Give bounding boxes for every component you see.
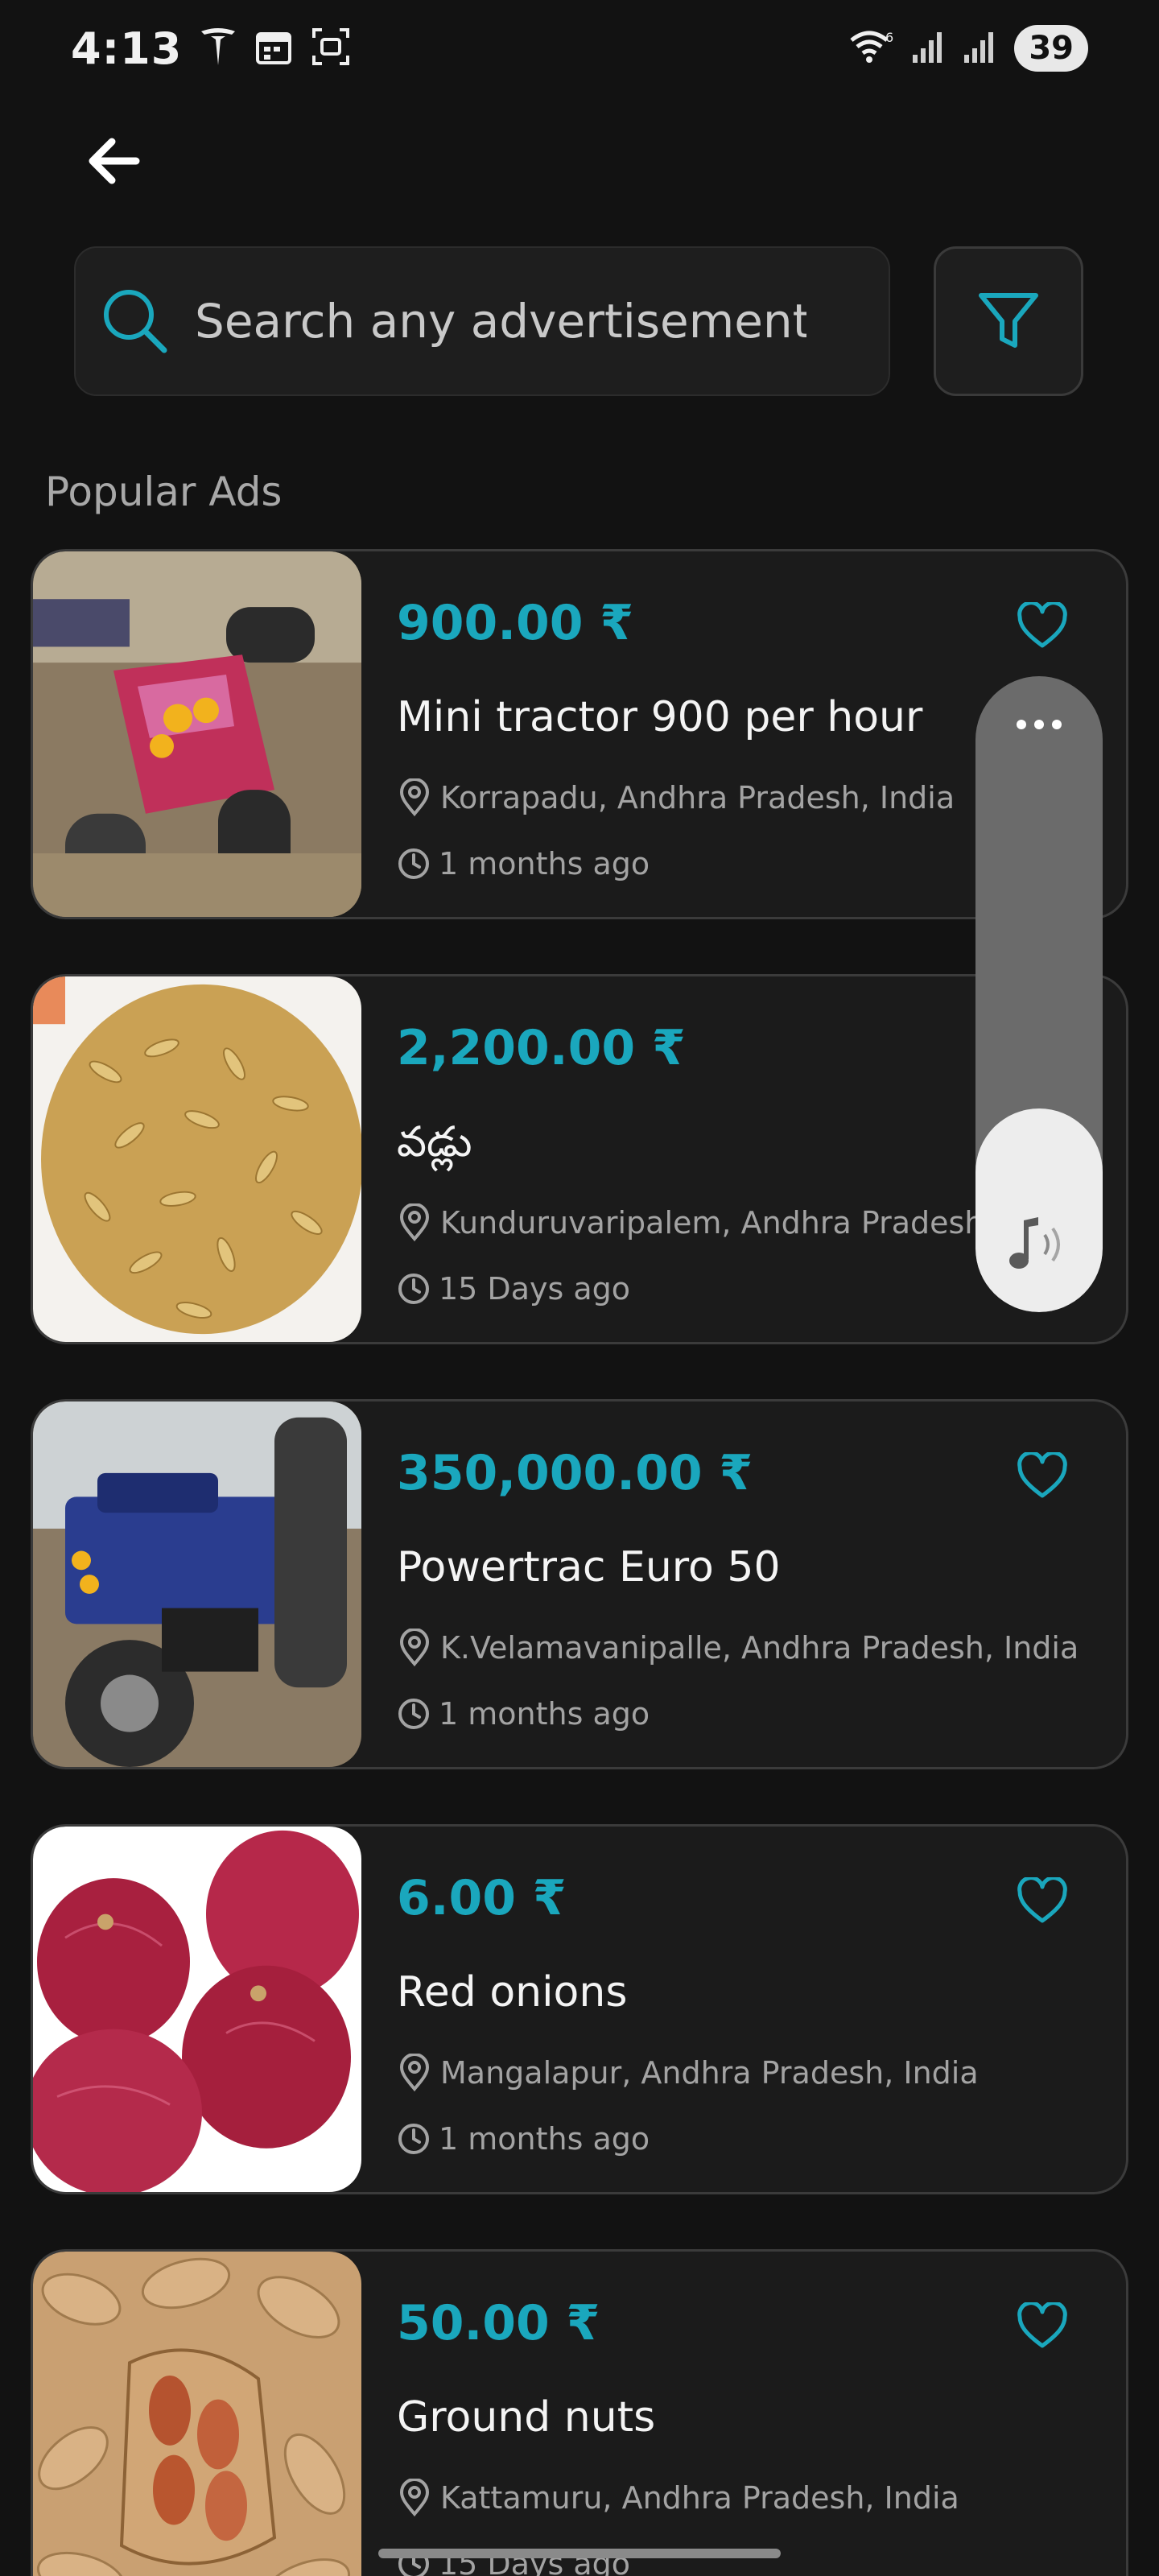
search-input[interactable]: [193, 293, 808, 349]
ad-location-text: Kattamuru, Andhra Pradesh, India: [440, 2480, 959, 2516]
section-title: Popular Ads: [45, 469, 283, 515]
ad-image-powertrac: [33, 1402, 361, 1767]
ad-location: Kattamuru, Andhra Pradesh, India: [397, 2479, 959, 2517]
ad-image-paddy: [33, 976, 361, 1342]
filter-button[interactable]: [934, 246, 1083, 396]
ad-time-text: 1 months ago: [439, 846, 650, 881]
filter-icon: [979, 293, 1038, 348]
screenshot-icon: [311, 27, 351, 70]
ad-time: 1 months ago: [397, 1696, 650, 1732]
ad-title: Mini tractor 900 per hour: [397, 693, 923, 741]
clock-icon: [398, 1274, 429, 1304]
music-note-icon: [1009, 1217, 1060, 1269]
signal-icon-2: [963, 29, 998, 68]
ad-location-text: Korrapadu, Andhra Pradesh, India: [440, 780, 955, 815]
page: 4:13 6 39 Search any advertisement... Po…: [0, 0, 1159, 2576]
wifi-icon: 6: [848, 27, 895, 69]
ad-price: 6.00 ₹: [397, 1870, 567, 1926]
ad-price: 900.00 ₹: [397, 595, 634, 651]
location-pin-icon: [399, 1203, 430, 1242]
favorite-button[interactable]: [1013, 597, 1071, 654]
ad-price: 350,000.00 ₹: [397, 1445, 753, 1501]
status-right: 6 39: [848, 25, 1088, 72]
status-left: 4:13: [71, 23, 351, 74]
back-button[interactable]: [80, 129, 145, 193]
arrow-left-icon: [89, 138, 140, 184]
location-pin-icon: [399, 1629, 430, 1667]
heart-icon: [1017, 602, 1067, 648]
ad-location: Mangalapur, Andhra Pradesh, India: [397, 2054, 979, 2092]
ad-price: 2,200.00 ₹: [397, 1020, 686, 1076]
clock-icon: [398, 1699, 429, 1729]
wifi-label: 6: [885, 30, 893, 45]
ad-time: 15 Days ago: [397, 1271, 630, 1307]
ad-image-groundnuts: [33, 2252, 361, 2576]
ad-time-text: 15 Days ago: [439, 1271, 631, 1307]
search-icon: [104, 290, 167, 353]
volume-slider[interactable]: [975, 676, 1103, 1312]
calendar-icon: [254, 27, 293, 69]
volume-level-fill: [975, 1108, 1103, 1312]
location-pin-icon: [399, 2054, 430, 2092]
ad-location-text: K.Velamavanipalle, Andhra Pradesh, India: [440, 1630, 1079, 1666]
location-pin-icon: [399, 778, 430, 817]
ad-title: వడ్లు: [397, 1118, 472, 1166]
ad-location-text: Mangalapur, Andhra Pradesh, India: [440, 2055, 979, 2091]
more-horizontal-icon: [1017, 720, 1062, 729]
favorite-button[interactable]: [1013, 2297, 1071, 2355]
search-box[interactable]: [74, 246, 890, 396]
ad-time: 1 months ago: [397, 2121, 650, 2157]
ad-card[interactable]: 2,200.00 ₹ వడ్లు Kunduruvaripalem, Andhr…: [31, 974, 1128, 1344]
clock-icon: [398, 2124, 429, 2154]
ad-location: K.Velamavanipalle, Andhra Pradesh, India: [397, 1629, 1079, 1667]
status-time: 4:13: [71, 23, 183, 74]
heart-icon: [1017, 2302, 1067, 2348]
heart-icon: [1017, 1877, 1067, 1923]
ad-card[interactable]: 900.00 ₹ Mini tractor 900 per hour Korra…: [31, 549, 1128, 919]
ad-time-text: 1 months ago: [439, 2121, 650, 2157]
more-options-button[interactable]: [975, 718, 1103, 731]
heart-icon: [1017, 1452, 1067, 1498]
ad-image-onions: [33, 1827, 361, 2192]
ad-card[interactable]: 6.00 ₹ Red onions Mangalapur, Andhra Pra…: [31, 1824, 1128, 2194]
ad-time-text: 1 months ago: [439, 1696, 650, 1732]
status-bar: 4:13 6 39: [0, 0, 1159, 97]
ad-time: 1 months ago: [397, 846, 650, 881]
ad-image-tractor: [33, 551, 361, 917]
ad-title: Powertrac Euro 50: [397, 1543, 781, 1591]
ad-card[interactable]: 50.00 ₹ Ground nuts Kattamuru, Andhra Pr…: [31, 2249, 1128, 2576]
clock-icon: [398, 848, 429, 879]
home-indicator[interactable]: [378, 2549, 781, 2558]
favorite-button[interactable]: [1013, 1872, 1071, 1930]
battery-badge: 39: [1014, 25, 1088, 72]
ad-price: 50.00 ₹: [397, 2295, 600, 2351]
favorite-button[interactable]: [1013, 1447, 1071, 1505]
location-pin-icon: [399, 2479, 430, 2517]
signal-icon: [911, 29, 947, 68]
ad-title: Ground nuts: [397, 2393, 656, 2442]
ad-card[interactable]: 350,000.00 ₹ Powertrac Euro 50 K.Velamav…: [31, 1399, 1128, 1769]
ad-location: Korrapadu, Andhra Pradesh, India: [397, 778, 955, 817]
tesla-icon: [200, 27, 237, 70]
ad-title: Red onions: [397, 1968, 628, 2017]
